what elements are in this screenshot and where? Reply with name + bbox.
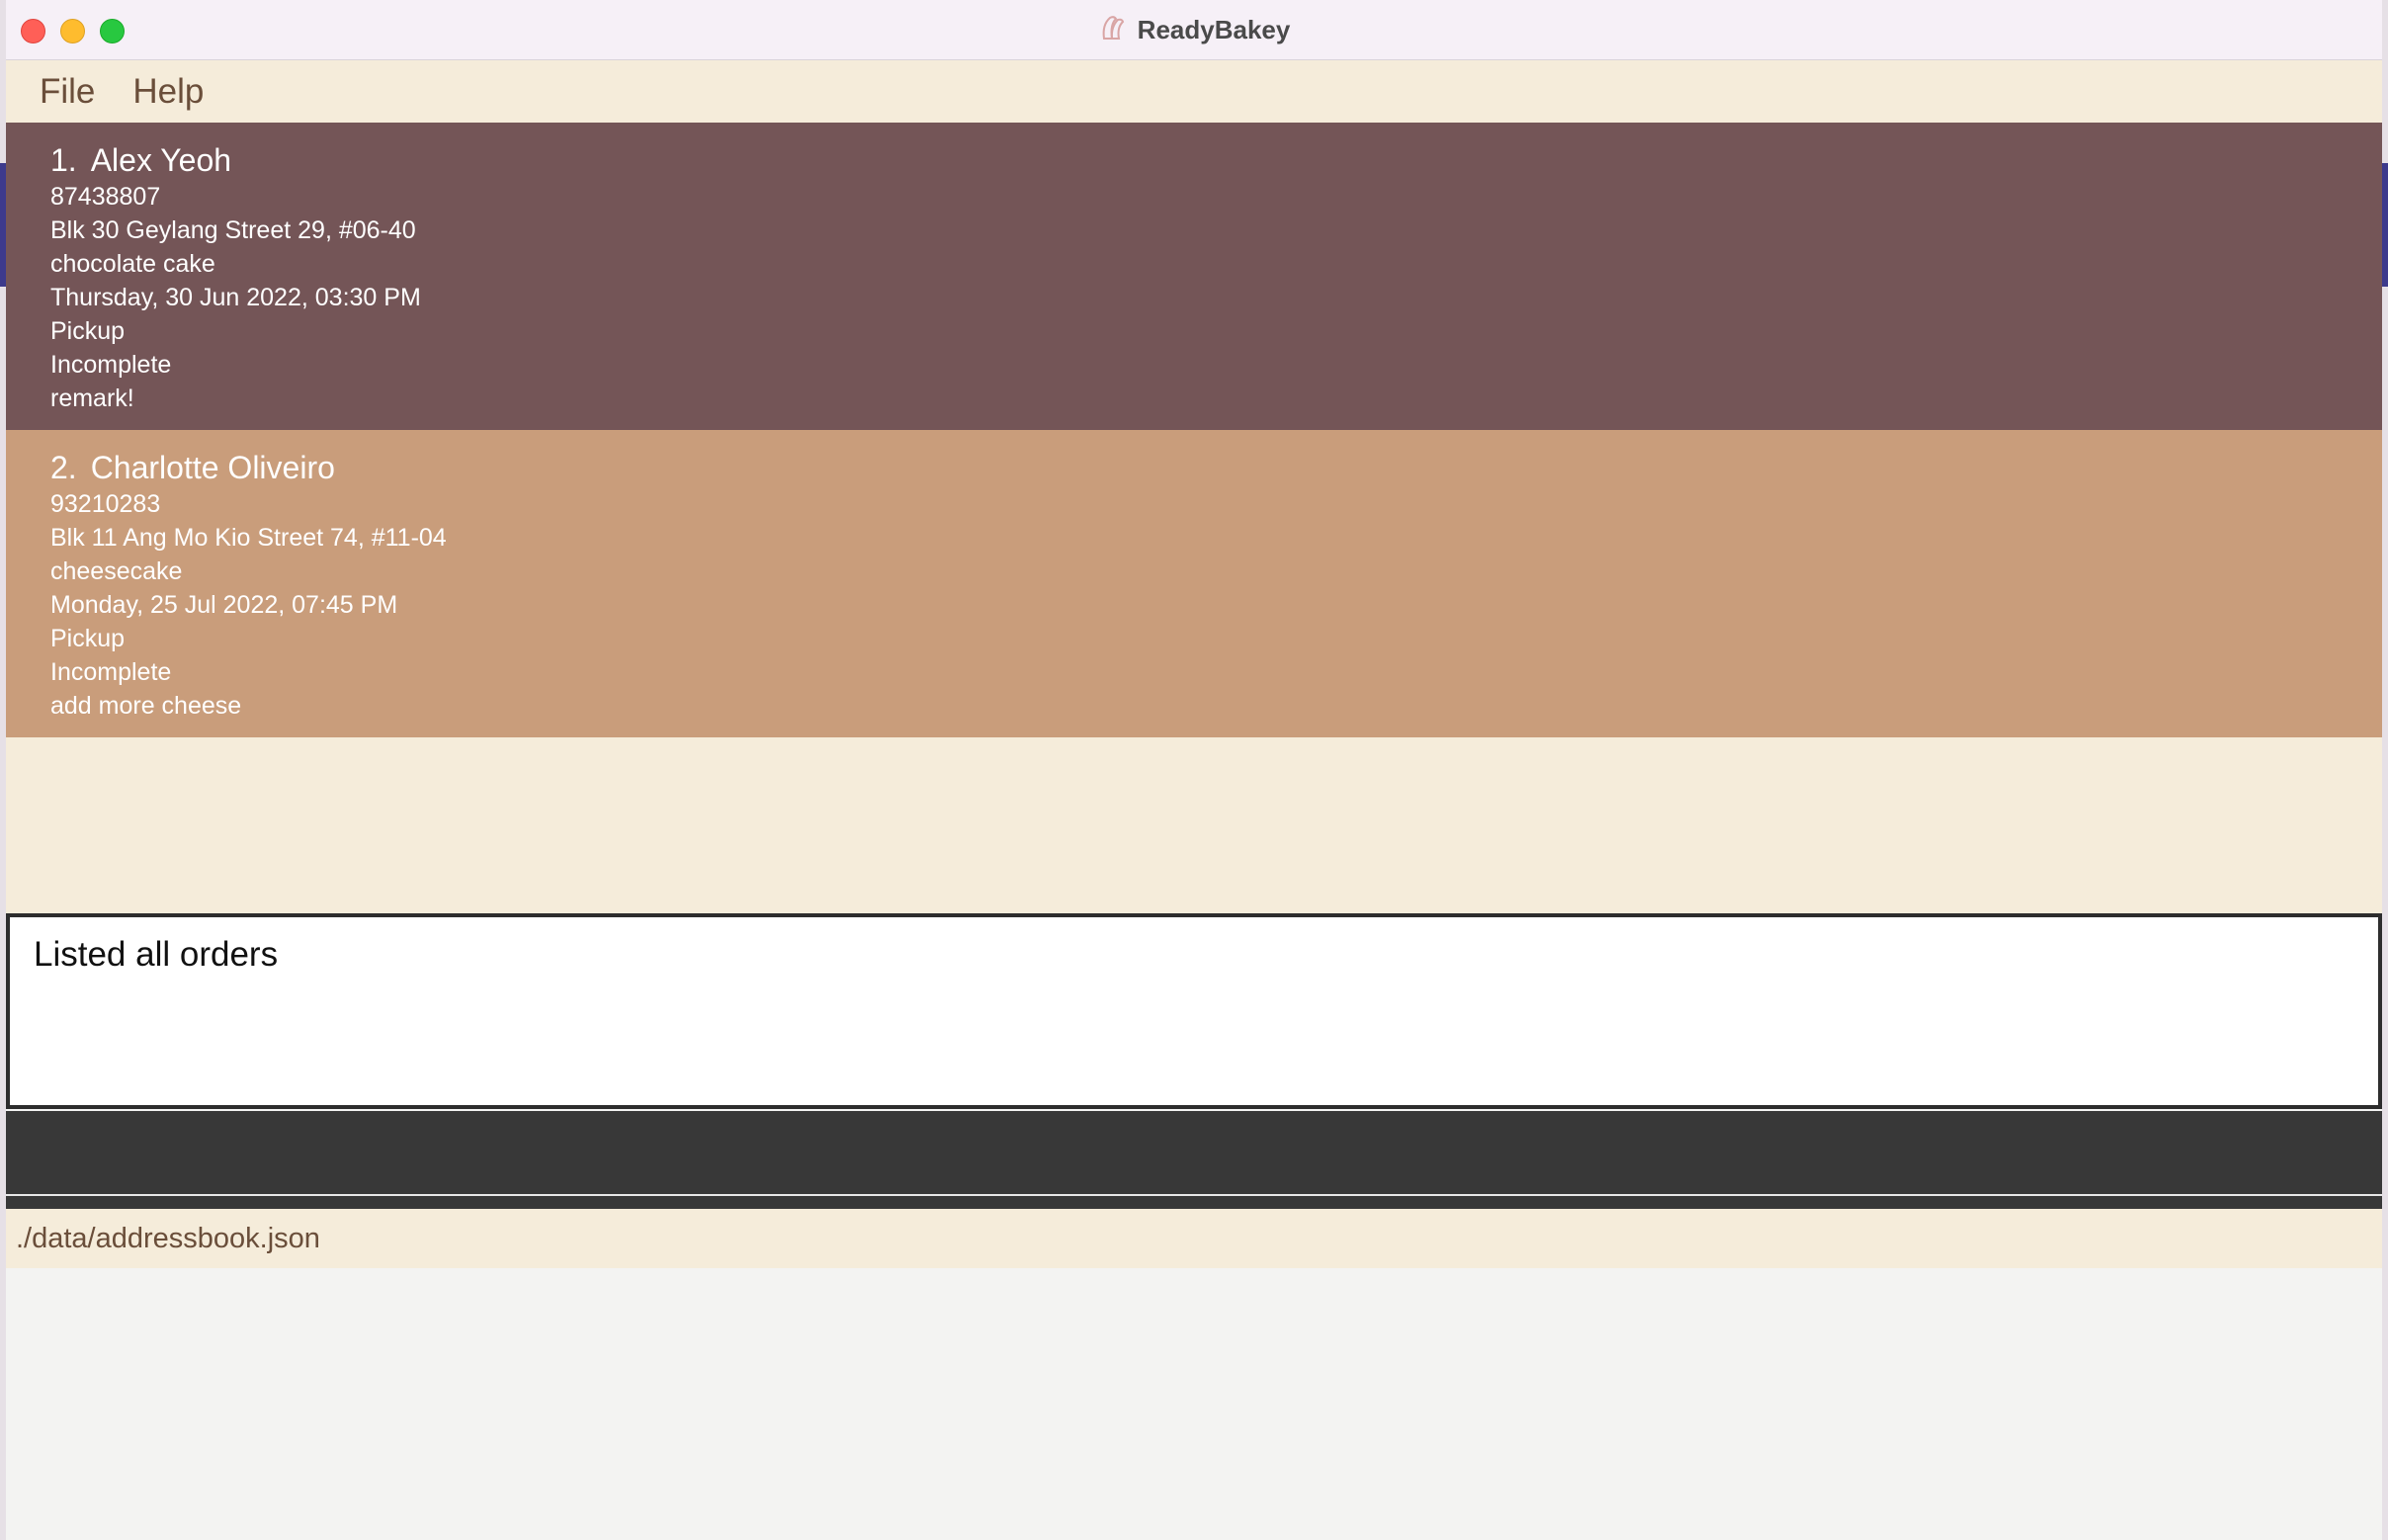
- order-header: 2. Charlotte Oliveiro: [50, 448, 2382, 487]
- customer-phone: 87438807: [50, 183, 161, 211]
- customer-name: Charlotte Oliveiro: [90, 450, 335, 485]
- menu-file[interactable]: File: [40, 72, 95, 112]
- order-card[interactable]: 2. Charlotte Oliveiro 93210283 Blk 11 Ang…: [6, 430, 2382, 737]
- order-remark: add more cheese: [50, 692, 242, 720]
- order-list[interactable]: 1. Alex Yeoh 87438807 Blk 30 Geylang Stre…: [6, 123, 2382, 913]
- order-header: 1. Alex Yeoh: [50, 140, 2382, 180]
- result-text: Listed all orders: [34, 935, 279, 974]
- order-card[interactable]: 1. Alex Yeoh 87438807 Blk 30 Geylang Stre…: [6, 123, 2382, 430]
- customer-address: Blk 30 Geylang Street 29, #06-40: [50, 216, 416, 244]
- order-status: Incomplete: [50, 351, 172, 379]
- save-location-path: ./data/addressbook.json: [16, 1222, 320, 1254]
- order-index: 1.: [50, 142, 77, 178]
- order-item: chocolate cake: [50, 250, 215, 278]
- menu-help[interactable]: Help: [132, 72, 204, 112]
- customer-name: Alex Yeoh: [90, 142, 232, 178]
- delivery-method: Pickup: [50, 625, 126, 652]
- title-bar[interactable]: ReadyBakey: [6, 0, 2382, 60]
- readybakey-logo-icon: [1098, 13, 1128, 47]
- order-status: Incomplete: [50, 658, 172, 686]
- title-wrap: ReadyBakey: [6, 0, 2382, 60]
- customer-phone: 93210283: [50, 490, 161, 518]
- status-bar-footer: ./data/addressbook.json: [6, 1209, 2382, 1268]
- order-index: 2.: [50, 450, 77, 485]
- order-remark: remark!: [50, 385, 134, 412]
- customer-address: Blk 11 Ang Mo Kio Street 74, #11-04: [50, 524, 447, 552]
- command-input[interactable]: [6, 1111, 2382, 1196]
- delivery-method: Pickup: [50, 317, 126, 345]
- order-item: cheesecake: [50, 557, 183, 585]
- command-box: [6, 1111, 2382, 1209]
- empty-area: [6, 1268, 2382, 1540]
- background-window-accent: [2382, 163, 2388, 287]
- app-window: ReadyBakey File Help 1. Alex Yeoh 8743880…: [6, 0, 2382, 1540]
- window-title: ReadyBakey: [1137, 15, 1291, 44]
- result-display[interactable]: Listed all orders: [6, 913, 2382, 1109]
- order-datetime: Monday, 25 Jul 2022, 07:45 PM: [50, 591, 398, 619]
- menu-bar: File Help: [6, 60, 2382, 123]
- order-datetime: Thursday, 30 Jun 2022, 03:30 PM: [50, 284, 421, 311]
